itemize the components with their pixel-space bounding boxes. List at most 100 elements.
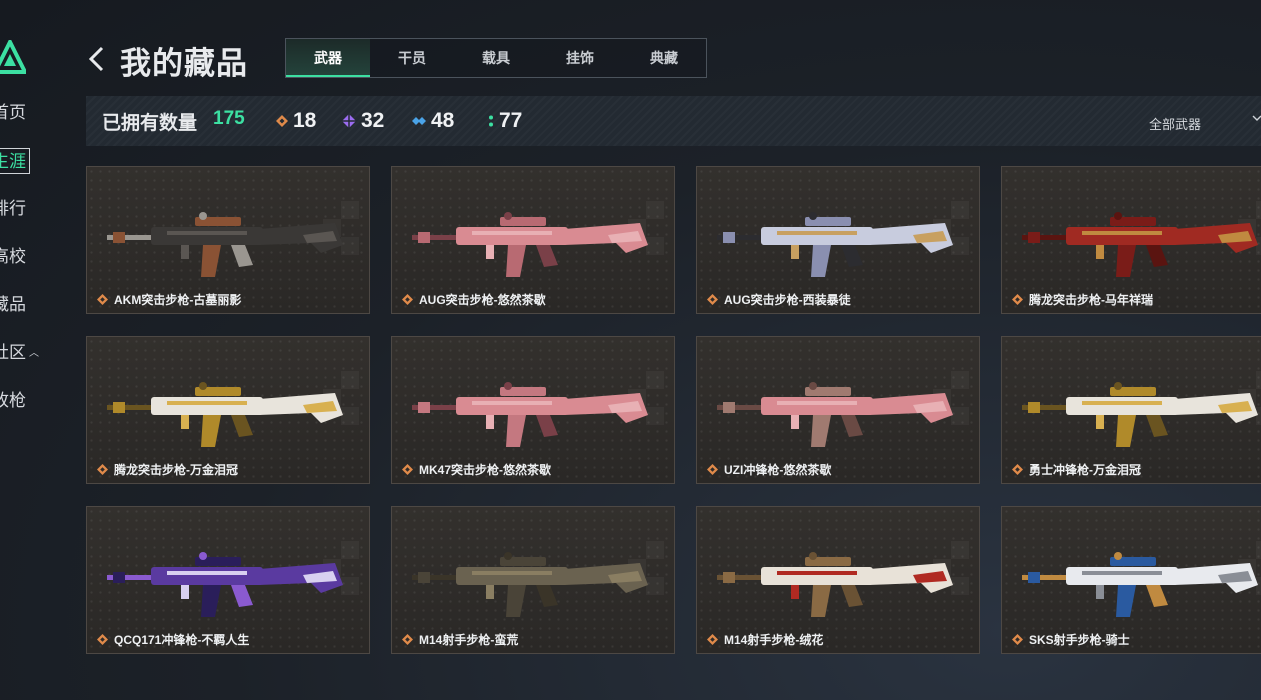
weapon-name-row: AUG突击步枪-悠然茶歇 xyxy=(402,291,546,308)
weapon-name-row: 勇士冲锋枪-万金泪冠 xyxy=(1012,461,1141,478)
weapon-skin-card[interactable]: QCQ171冲锋枪-不羁人生 xyxy=(86,506,370,654)
orange-diamond-icon xyxy=(402,464,413,475)
sidebar-item-label: 改枪 xyxy=(0,391,26,410)
weapon-name-row: SKS射手步枪-骑士 xyxy=(1012,631,1130,648)
tab-operators[interactable]: 干员 xyxy=(370,39,454,77)
weapon-skin-name: 腾龙突击步枪-万金泪冠 xyxy=(114,463,238,477)
rarity-count-blue: 48 xyxy=(412,109,454,133)
weapon-filter-dropdown[interactable]: 全部武器 xyxy=(1149,114,1201,133)
rarity-count-value: 32 xyxy=(361,109,385,132)
weapon-skin-name: UZI冲锋枪-悠然茶歇 xyxy=(724,463,832,477)
weapon-skin-card[interactable]: UZI冲锋枪-悠然茶歇 xyxy=(696,336,980,484)
weapon-skin-card[interactable]: 腾龙突击步枪-万金泪冠 xyxy=(86,336,370,484)
sidebar-item-label: 藏品 xyxy=(0,295,26,314)
weapon-skin-name: AUG突击步枪-西装暴徒 xyxy=(724,293,851,307)
tab-vehicles[interactable]: 载具 xyxy=(454,39,538,77)
weapon-skin-name: QCQ171冲锋枪-不羁人生 xyxy=(114,633,250,647)
category-tabs: 武器 干员 载具 挂饰 典藏 xyxy=(285,38,707,78)
rarity-count-value: 48 xyxy=(431,109,455,132)
weapon-skin-image xyxy=(107,212,343,277)
sidebar-item-home[interactable]: 首页 xyxy=(0,100,26,126)
weapon-skin-card[interactable]: M14射手步枪-蛮荒 xyxy=(391,506,675,654)
tab-archives[interactable]: 典藏 xyxy=(622,39,706,77)
weapon-skin-name: M14射手步枪-绒花 xyxy=(724,633,824,647)
rarity-count-orange: 18 xyxy=(276,109,316,133)
orange-diamond-icon xyxy=(1012,294,1023,305)
weapon-skin-image xyxy=(412,382,648,447)
weapon-skin-card[interactable]: MK47突击步枪-悠然茶歇 xyxy=(391,336,675,484)
blue-diamond-icon xyxy=(412,117,426,125)
weapon-skin-card[interactable]: AUG突击步枪-西装暴徒 xyxy=(696,166,980,314)
weapon-skin-name: AUG突击步枪-悠然茶歇 xyxy=(419,293,546,307)
weapon-skin-image xyxy=(717,552,953,617)
weapon-skin-card[interactable]: M14射手步枪-绒花 xyxy=(696,506,980,654)
sidebar-item-college[interactable]: 高校 xyxy=(0,244,26,270)
weapon-name-row: AUG突击步枪-西装暴徒 xyxy=(707,291,851,308)
weapon-skin-image xyxy=(1022,552,1258,617)
tab-weapons[interactable]: 武器 xyxy=(286,39,370,77)
sidebar-item-community[interactable]: 社区 ︿ xyxy=(0,340,39,366)
sidebar-item-label: 社区 xyxy=(0,343,26,362)
green-dots-icon xyxy=(489,115,493,127)
weapon-name-row: 腾龙突击步枪-马年祥瑞 xyxy=(1012,291,1153,308)
orange-diamond-icon xyxy=(1012,464,1023,475)
sidebar-item-career[interactable]: 生涯 xyxy=(0,148,30,174)
app-logo-icon xyxy=(0,40,26,74)
orange-diamond-icon xyxy=(97,464,108,475)
collection-stats-bar: 已拥有数量 175 18 32 48 77 全部武器 xyxy=(86,96,1261,146)
rarity-count-value: 77 xyxy=(499,109,523,132)
weapon-skin-name: MK47突击步枪-悠然茶歇 xyxy=(419,463,552,477)
orange-diamond-icon xyxy=(97,634,108,645)
page-title: 我的藏品 xyxy=(120,46,248,81)
sidebar-item-label: 排行 xyxy=(0,199,26,218)
orange-diamond-icon xyxy=(707,634,718,645)
chevron-up-icon: ︿ xyxy=(29,347,39,359)
tab-charms[interactable]: 挂饰 xyxy=(538,39,622,77)
weapon-name-row: 腾龙突击步枪-万金泪冠 xyxy=(97,461,238,478)
weapon-name-row: QCQ171冲锋枪-不羁人生 xyxy=(97,631,249,648)
rarity-count-green: 77 xyxy=(488,109,522,133)
sidebar-item-ranking[interactable]: 排行 xyxy=(0,196,26,222)
rarity-count-value: 18 xyxy=(293,109,317,132)
chevron-down-icon[interactable] xyxy=(1252,113,1261,123)
orange-diamond-icon xyxy=(97,294,108,305)
weapon-skin-card[interactable]: 腾龙突击步枪-马年祥瑞 xyxy=(1001,166,1261,314)
sidebar-item-label: 首页 xyxy=(0,103,26,122)
orange-diamond-icon xyxy=(1012,634,1023,645)
orange-diamond-icon xyxy=(707,464,718,475)
weapon-skin-image xyxy=(1022,212,1258,277)
sidebar-item-label: 高校 xyxy=(0,247,26,266)
weapon-skin-image xyxy=(107,382,343,447)
purple-diamond-icon xyxy=(342,114,356,128)
weapon-skin-image xyxy=(107,552,343,617)
orange-diamond-icon xyxy=(276,115,288,127)
weapon-skin-name: 勇士冲锋枪-万金泪冠 xyxy=(1029,463,1141,477)
weapon-skin-card[interactable]: 勇士冲锋枪-万金泪冠 xyxy=(1001,336,1261,484)
sidebar-item-gunsmith[interactable]: 改枪 xyxy=(0,388,26,414)
weapon-skin-image xyxy=(412,552,648,617)
weapon-name-row: MK47突击步枪-悠然茶歇 xyxy=(402,461,551,478)
weapon-skin-card[interactable]: AUG突击步枪-悠然茶歇 xyxy=(391,166,675,314)
weapon-name-row: UZI冲锋枪-悠然茶歇 xyxy=(707,461,831,478)
weapon-name-row: M14射手步枪-蛮荒 xyxy=(402,631,518,648)
weapon-skin-image xyxy=(717,212,953,277)
orange-diamond-icon xyxy=(707,294,718,305)
weapon-skin-name: AKM突击步枪-古墓丽影 xyxy=(114,293,242,307)
weapon-skin-card[interactable]: AKM突击步枪-古墓丽影 xyxy=(86,166,370,314)
weapon-skin-name: SKS射手步枪-骑士 xyxy=(1029,633,1130,647)
owned-count-value: 175 xyxy=(213,108,245,129)
sidebar-item-collection[interactable]: 藏品 xyxy=(0,292,26,318)
sidebar-item-label: 生涯 xyxy=(0,152,26,171)
orange-diamond-icon xyxy=(402,294,413,305)
weapon-skin-card[interactable]: SKS射手步枪-骑士 xyxy=(1001,506,1261,654)
rarity-count-purple: 32 xyxy=(342,109,384,133)
weapon-skin-image xyxy=(717,382,953,447)
orange-diamond-icon xyxy=(402,634,413,645)
weapon-name-row: M14射手步枪-绒花 xyxy=(707,631,823,648)
back-chevron-icon[interactable] xyxy=(86,42,108,76)
weapon-name-row: AKM突击步枪-古墓丽影 xyxy=(97,291,241,308)
weapon-skin-name: M14射手步枪-蛮荒 xyxy=(419,633,519,647)
sidebar: 首页 生涯 排行 高校 藏品 社区 ︿ 改枪 xyxy=(0,0,60,700)
weapon-skin-name: 腾龙突击步枪-马年祥瑞 xyxy=(1029,293,1153,307)
weapon-skin-image xyxy=(1022,382,1258,447)
